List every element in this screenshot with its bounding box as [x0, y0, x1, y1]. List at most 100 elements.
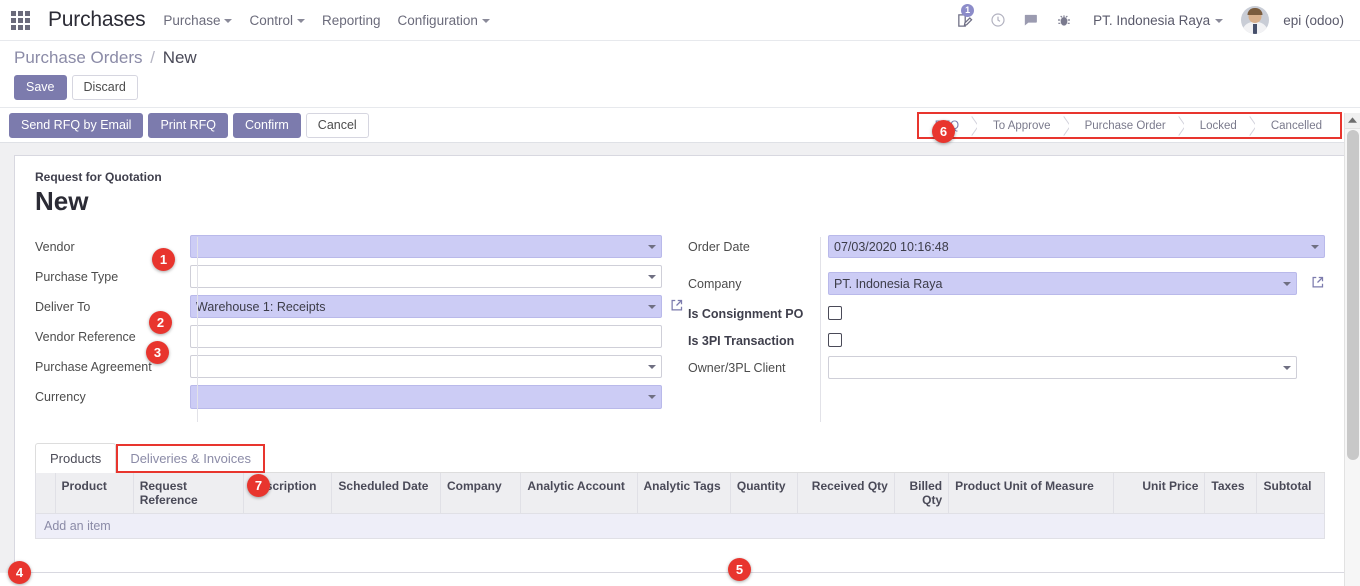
- chat-bubble-icon[interactable]: [1021, 11, 1040, 30]
- annotation-badge-3: 3: [146, 341, 169, 364]
- company-switcher[interactable]: PT. Indonesia Raya: [1093, 12, 1224, 28]
- chevron-down-icon: [1215, 19, 1224, 23]
- top-navbar: Purchases Purchase Control Reporting Con…: [0, 0, 1360, 41]
- header-quantity[interactable]: Quantity: [729, 473, 799, 514]
- header-received-qty[interactable]: Received Qty: [797, 473, 895, 514]
- form-fields-grid: Vendor Purchase Type Deliver To Warehous…: [35, 235, 1325, 422]
- menu-purchase-label: Purchase: [163, 12, 221, 28]
- menu-reporting[interactable]: Reporting: [322, 13, 381, 28]
- vendor-reference-input[interactable]: [190, 325, 662, 348]
- status-pipeline: RFQ To Approve Purchase Order Locked Can…: [916, 112, 1342, 139]
- odoo-purchase-order-page: Purchases Purchase Control Reporting Con…: [0, 0, 1360, 586]
- apps-grid-icon[interactable]: [6, 7, 32, 33]
- field-row-vendor: Vendor: [35, 235, 662, 258]
- scroll-up-arrow-icon[interactable]: [1345, 113, 1360, 129]
- annotation-badge-1: 1: [152, 248, 175, 271]
- annotation-badge-4: 4: [8, 561, 31, 584]
- statusbar-row: Send RFQ by Email Print RFQ Confirm Canc…: [0, 107, 1360, 143]
- discard-button[interactable]: Discard: [71, 75, 138, 100]
- header-product[interactable]: Product: [54, 473, 134, 514]
- field-row-currency: Currency: [35, 385, 662, 409]
- breadcrumb: Purchase Orders / New: [14, 48, 1360, 68]
- header-taxes[interactable]: Taxes: [1204, 473, 1258, 514]
- cancel-button[interactable]: Cancel: [305, 112, 369, 138]
- send-rfq-by-email-button[interactable]: Send RFQ by Email: [9, 112, 144, 138]
- menu-configuration[interactable]: Configuration: [398, 13, 490, 28]
- header-handle: [35, 473, 56, 514]
- currency-input[interactable]: [190, 385, 662, 409]
- breadcrumb-purchase-orders[interactable]: Purchase Orders: [14, 48, 143, 67]
- header-company[interactable]: Company: [439, 473, 522, 514]
- workflow-buttons: Send RFQ by Email Print RFQ Confirm Canc…: [9, 112, 369, 138]
- field-row-is-3pi-transaction: Is 3PI Transaction: [688, 329, 1325, 349]
- app-brand-title[interactable]: Purchases: [48, 8, 146, 32]
- header-analytic-tags[interactable]: Analytic Tags: [636, 473, 731, 514]
- menu-control[interactable]: Control: [249, 13, 305, 28]
- company-label: Company: [688, 277, 742, 291]
- header-subtotal[interactable]: Subtotal: [1256, 473, 1325, 514]
- menu-configuration-label: Configuration: [397, 12, 478, 28]
- add-an-item-link[interactable]: Add an item: [35, 513, 1325, 539]
- external-link-icon[interactable]: [1310, 275, 1325, 293]
- form-sheet: Request for Quotation New Vendor Purchas…: [14, 155, 1346, 573]
- navbar-right-tools: 1 PT. Indonesia Raya epi (odoo): [955, 3, 1350, 34]
- menu-reporting-label: Reporting: [322, 12, 381, 28]
- is-consignment-po-label: Is Consignment PO: [688, 307, 804, 321]
- bug-icon[interactable]: [1054, 11, 1073, 30]
- field-row-deliver-to: Deliver To: [35, 295, 683, 318]
- purchase-agreement-input[interactable]: [190, 355, 662, 378]
- activity-count-badge: 1: [961, 3, 975, 17]
- is-3pi-transaction-checkbox[interactable]: [828, 333, 842, 347]
- header-unit-price[interactable]: Unit Price: [1113, 473, 1206, 514]
- add-item-row[interactable]: Add an item: [35, 513, 1325, 539]
- notebook: Products Deliveries & Invoices Product R…: [35, 442, 1325, 539]
- company-switcher-label: PT. Indonesia Raya: [1093, 12, 1211, 28]
- record-edit-actions: Save Discard: [14, 75, 1360, 107]
- field-row-purchase-agreement: Purchase Agreement: [35, 355, 662, 378]
- annotation-badge-7: 7: [247, 474, 270, 497]
- field-row-is-consignment-po: Is Consignment PO: [688, 302, 1325, 322]
- annotation-badge-6: 6: [932, 120, 955, 143]
- owner-3pl-client-input[interactable]: [828, 356, 1297, 379]
- order-date-input[interactable]: [828, 235, 1325, 258]
- annotation-badge-2: 2: [149, 311, 172, 334]
- header-analytic-account[interactable]: Analytic Account: [520, 473, 638, 514]
- user-menu[interactable]: epi (odoo): [1283, 13, 1344, 28]
- header-request-reference[interactable]: Request Reference: [132, 473, 245, 514]
- currency-label: Currency: [35, 390, 86, 404]
- scrollbar-thumb[interactable]: [1347, 130, 1359, 460]
- is-3pi-transaction-label: Is 3PI Transaction: [688, 334, 795, 348]
- company-input[interactable]: [828, 272, 1297, 295]
- avatar[interactable]: [1241, 6, 1270, 34]
- order-lines-table: Product Request Reference Description Sc…: [35, 473, 1325, 539]
- save-button[interactable]: Save: [14, 75, 67, 100]
- clock-icon[interactable]: [988, 11, 1007, 30]
- header-product-unit-of-measure[interactable]: Product Unit of Measure: [948, 473, 1115, 514]
- status-locked[interactable]: Locked: [1183, 114, 1255, 137]
- form-column-right: Order Date Company: [680, 235, 1325, 422]
- field-row-order-date: Order Date: [688, 235, 1325, 258]
- menu-purchase[interactable]: Purchase: [163, 12, 233, 28]
- page-title: New: [35, 186, 89, 216]
- print-rfq-button[interactable]: Print RFQ: [148, 112, 229, 138]
- status-cancelled[interactable]: Cancelled: [1254, 114, 1340, 137]
- field-row-vendor-reference: Vendor Reference: [35, 325, 662, 348]
- breadcrumb-separator: /: [150, 48, 155, 67]
- field-row-purchase-type: Purchase Type: [35, 265, 662, 288]
- status-purchase-order[interactable]: Purchase Order: [1068, 114, 1184, 137]
- tab-products[interactable]: Products: [35, 443, 117, 473]
- header-billed-qty[interactable]: Billed Qty: [893, 473, 950, 514]
- deliver-to-input[interactable]: [190, 295, 662, 318]
- chevron-down-icon: [297, 19, 305, 23]
- field-row-company: Company: [688, 272, 1325, 295]
- purchase-type-input[interactable]: [190, 265, 662, 288]
- status-to-approve[interactable]: To Approve: [977, 114, 1069, 137]
- is-consignment-po-checkbox[interactable]: [828, 306, 842, 320]
- vendor-input[interactable]: [190, 235, 662, 258]
- vertical-scrollbar[interactable]: [1344, 113, 1360, 586]
- confirm-button[interactable]: Confirm: [233, 112, 301, 138]
- activity-edit-icon[interactable]: 1: [955, 3, 975, 30]
- annotation-badge-5: 5: [728, 558, 751, 581]
- header-scheduled-date[interactable]: Scheduled Date: [331, 473, 441, 514]
- tab-deliveries-invoices[interactable]: Deliveries & Invoices: [116, 444, 265, 473]
